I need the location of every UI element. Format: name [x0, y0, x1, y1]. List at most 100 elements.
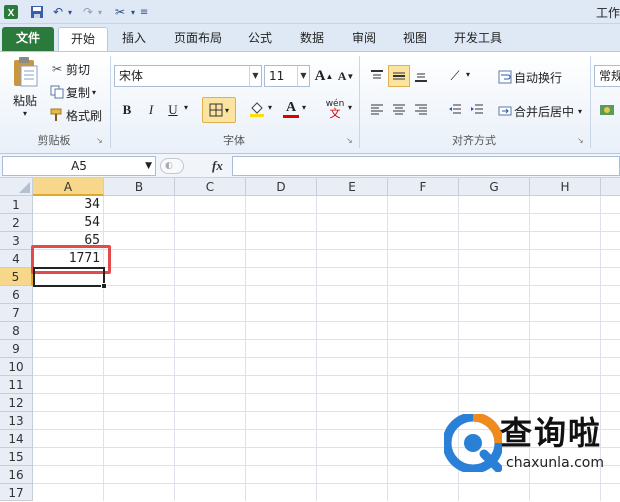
row-header-15[interactable]: 15 [0, 448, 33, 466]
tab-view[interactable]: 视图 [395, 27, 435, 51]
formula-bar-resize-icon[interactable]: ◐ [160, 158, 184, 174]
spreadsheet-grid[interactable]: A B C D E F G H 1 2 3 4 5 6 7 8 9 10 11 … [0, 178, 620, 501]
col-header-a[interactable]: A [33, 178, 104, 196]
underline-dropdown-icon[interactable]: ▾ [184, 103, 188, 112]
row-header-4[interactable]: 4 [0, 250, 33, 268]
row-header-3[interactable]: 3 [0, 232, 33, 250]
tab-formulas[interactable]: 公式 [240, 27, 280, 51]
number-format-combo[interactable]: 常规 [594, 65, 620, 87]
col-header-g[interactable]: G [459, 178, 530, 196]
align-bottom-button[interactable] [410, 65, 432, 87]
col-header-f[interactable]: F [388, 178, 459, 196]
font-color-button[interactable]: A [280, 98, 302, 120]
formula-input[interactable] [232, 156, 620, 176]
fill-handle[interactable] [101, 283, 107, 289]
redo-dropdown-icon[interactable]: ▾ [96, 3, 104, 21]
tools-dropdown-icon[interactable]: ▾ [130, 3, 136, 21]
font-name-combo[interactable]: 宋体 ▼ [114, 65, 262, 87]
col-header-e[interactable]: E [317, 178, 388, 196]
merge-center-dropdown-icon[interactable]: ▾ [578, 107, 582, 116]
align-right-icon [414, 103, 428, 117]
tab-developer[interactable]: 开发工具 [446, 27, 510, 51]
tab-page-layout[interactable]: 页面布局 [166, 27, 230, 51]
row-header-16[interactable]: 16 [0, 466, 33, 484]
align-left-button[interactable] [366, 99, 388, 121]
fill-color-button[interactable] [246, 98, 268, 120]
row-header-10[interactable]: 10 [0, 358, 33, 376]
row-header-13[interactable]: 13 [0, 412, 33, 430]
row-header-2[interactable]: 2 [0, 214, 33, 232]
insert-function-button[interactable]: fx [212, 158, 230, 174]
undo-icon[interactable]: ↶ [50, 3, 66, 21]
cut-button[interactable]: ✂ 剪切 [48, 60, 90, 78]
tools-icon[interactable]: ✂ [110, 3, 130, 21]
row-header-1[interactable]: 1 [0, 196, 33, 214]
row-header-17[interactable]: 17 [0, 484, 33, 501]
paste-button[interactable]: 粘贴 ▾ [6, 56, 44, 126]
fill-color-dropdown-icon[interactable]: ▾ [268, 103, 272, 112]
underline-button[interactable]: U [162, 99, 184, 121]
col-header-i-partial[interactable] [601, 178, 620, 196]
format-painter-button[interactable]: 格式刷 [48, 106, 102, 124]
bold-button[interactable]: B [116, 99, 138, 121]
row-header-14[interactable]: 14 [0, 430, 33, 448]
group-separator [590, 56, 591, 148]
tab-data[interactable]: 数据 [292, 27, 332, 51]
tab-home[interactable]: 开始 [58, 27, 108, 51]
shrink-font-button[interactable]: A ▼ [335, 65, 357, 87]
active-cell-a5[interactable] [33, 267, 105, 287]
undo-dropdown-icon[interactable]: ▾ [66, 3, 74, 21]
tab-insert[interactable]: 插入 [114, 27, 154, 51]
copy-dropdown-icon[interactable]: ▾ [92, 88, 96, 97]
copy-button[interactable]: 复制 ▾ [48, 83, 96, 101]
tab-file[interactable]: 文件 [2, 27, 54, 51]
col-header-d[interactable]: D [246, 178, 317, 196]
gridline [33, 249, 620, 250]
clipboard-group-label: 剪贴板 [37, 134, 71, 147]
phonetic-button[interactable]: wén 文 [322, 98, 348, 120]
redo-icon[interactable]: ↷ [80, 3, 96, 21]
borders-button[interactable]: ▾ [202, 97, 236, 123]
merge-center-button[interactable]: 合并后居中 ▾ [496, 102, 582, 120]
cell-a1[interactable]: 34 [34, 196, 102, 214]
grow-font-button[interactable]: A ▲ [313, 65, 335, 87]
align-right-button[interactable] [410, 99, 432, 121]
increase-indent-button[interactable] [466, 99, 488, 121]
name-box-dropdown-icon[interactable]: ▼ [145, 157, 152, 175]
align-center-button[interactable] [388, 99, 410, 121]
row-header-9[interactable]: 9 [0, 340, 33, 358]
save-icon[interactable] [28, 3, 46, 21]
font-launcher-icon[interactable]: ↘ [346, 136, 353, 145]
phonetic-dropdown-icon[interactable]: ▾ [348, 103, 352, 112]
align-middle-button[interactable] [388, 65, 410, 87]
accounting-format-button[interactable] [596, 99, 618, 121]
align-top-button[interactable] [366, 65, 388, 87]
row-header-12[interactable]: 12 [0, 394, 33, 412]
row-header-7[interactable]: 7 [0, 304, 33, 322]
font-name-dropdown-icon[interactable]: ▼ [249, 66, 261, 86]
font-color-dropdown-icon[interactable]: ▾ [302, 103, 306, 112]
col-header-c[interactable]: C [175, 178, 246, 196]
paste-dropdown-icon[interactable]: ▾ [23, 109, 27, 118]
decrease-indent-button[interactable] [444, 99, 466, 121]
alignment-launcher-icon[interactable]: ↘ [577, 136, 584, 145]
cell-a2[interactable]: 54 [34, 214, 102, 232]
italic-button[interactable]: I [140, 99, 162, 121]
row-header-6[interactable]: 6 [0, 286, 33, 304]
col-header-h[interactable]: H [530, 178, 601, 196]
name-box[interactable]: A5 ▼ [2, 156, 156, 176]
orientation-button[interactable]: ⟋ [444, 65, 466, 87]
font-size-combo[interactable]: 11 ▼ [264, 65, 310, 87]
select-all-corner[interactable] [0, 178, 33, 196]
col-header-b[interactable]: B [104, 178, 175, 196]
wrap-text-button[interactable]: 自动换行 [496, 68, 562, 86]
orientation-dropdown-icon[interactable]: ▾ [466, 70, 470, 79]
font-size-dropdown-icon[interactable]: ▼ [297, 66, 309, 86]
clipboard-launcher-icon[interactable]: ↘ [96, 136, 103, 145]
tab-review[interactable]: 审阅 [344, 27, 384, 51]
customize-qat-icon[interactable]: ≡ [140, 3, 148, 21]
row-header-5[interactable]: 5 [0, 268, 33, 286]
row-header-8[interactable]: 8 [0, 322, 33, 340]
ribbon: 粘贴 ▾ ✂ 剪切 复制 ▾ 格式刷 剪贴板 ↘ 宋体 ▼ 11 ▼ A ▲ A ▼… [0, 51, 620, 154]
row-header-11[interactable]: 11 [0, 376, 33, 394]
